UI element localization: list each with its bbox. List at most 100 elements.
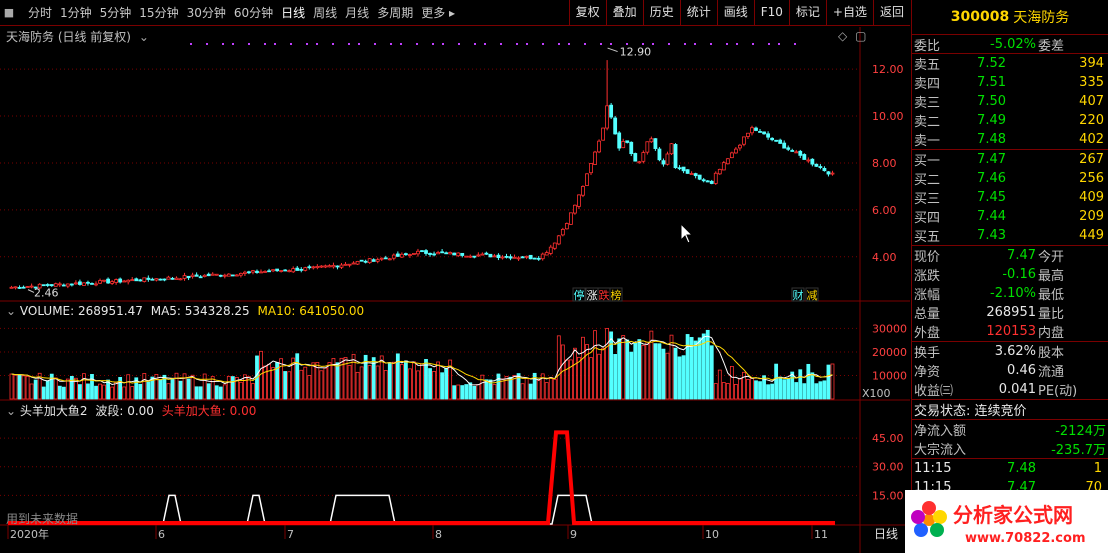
candle-body <box>287 270 292 273</box>
candle-body <box>629 141 634 155</box>
candle-body <box>146 277 151 280</box>
volume-bar <box>625 339 630 400</box>
candle-body <box>114 279 119 283</box>
candle-body <box>412 253 416 255</box>
volume-bar <box>721 382 726 400</box>
chart-area[interactable]: 12.00 10.00 8.00 6.00 4.00 12.90 2.46 停涨跌榜 财减 300… <box>0 27 910 553</box>
candle-body <box>568 212 573 225</box>
close-icon[interactable]: ▢ <box>855 29 866 43</box>
toolbar-button-3[interactable]: 统计 <box>679 0 717 26</box>
flow-value: -2124万 <box>1055 424 1106 439</box>
toolbar-button-1[interactable]: 叠加 <box>605 0 643 26</box>
period-tab-9[interactable]: 多周期 <box>373 4 417 21</box>
volume-bar <box>496 373 501 400</box>
period-tab-5[interactable]: 60分钟 <box>230 4 277 21</box>
toolbar-button-8[interactable]: 返回 <box>872 0 910 26</box>
candle-body <box>150 278 155 281</box>
diamond-icon[interactable]: ◇ <box>838 29 847 43</box>
event-tag[interactable]: 减 <box>807 289 818 302</box>
period-tab-7[interactable]: 周线 <box>309 4 341 21</box>
tool-buttons: 复权 叠加 历史 统计 画线 F10 标记 +自选 返回 <box>568 0 910 26</box>
candle-body <box>347 263 352 266</box>
volume-bar <box>826 364 831 400</box>
bid-label: 买五 <box>914 230 941 245</box>
volume-bar <box>214 385 219 400</box>
toolbar-button-0[interactable]: 复权 <box>568 0 606 26</box>
candle-body <box>351 262 356 265</box>
event-tag[interactable]: 涨 <box>587 289 598 302</box>
settings-dropdown-icon[interactable]: ⌄ <box>139 30 149 44</box>
period-tab-6[interactable]: 日线 <box>277 4 309 21</box>
indicator-settings-icon[interactable]: ⌄ <box>6 404 16 418</box>
period-tab-3[interactable]: 15分钟 <box>135 4 182 21</box>
volume-bar <box>355 371 360 400</box>
candle-body <box>548 246 553 254</box>
volume-settings-icon[interactable]: ⌄ <box>6 304 16 318</box>
volume-bar <box>697 337 702 400</box>
volume-bar <box>661 348 666 400</box>
volume-bar <box>484 379 489 400</box>
candle-body <box>540 253 545 260</box>
candle-body <box>742 136 746 145</box>
volume-bar <box>126 374 131 400</box>
volume-bar <box>573 347 577 400</box>
signal-dot <box>684 43 686 45</box>
volume-bar <box>589 357 593 400</box>
period-tab-1[interactable]: 1分钟 <box>56 4 96 21</box>
event-tag[interactable]: 榜 <box>611 288 622 302</box>
toolbar-button-2[interactable]: 历史 <box>642 0 680 26</box>
volume-bar <box>754 380 758 400</box>
volume-bar <box>17 374 22 400</box>
toolbar-button-5[interactable]: F10 <box>753 0 789 26</box>
period-tab-2[interactable]: 5分钟 <box>96 4 136 21</box>
expand-icon[interactable]: ■ <box>0 4 18 22</box>
toolbar-button-4[interactable]: 画线 <box>716 0 754 26</box>
signal-dot <box>474 43 476 45</box>
volume-bar <box>307 375 312 400</box>
stat-value: 0.46 <box>1007 363 1036 378</box>
svg-text:分析家公式网: 分析家公式网 <box>953 503 1073 527</box>
candle-body <box>259 271 263 274</box>
stat-row: 涨幅 -2.10% 最低 <box>912 284 1108 303</box>
candle-body <box>166 276 171 280</box>
volume-bar <box>770 383 775 400</box>
kline-chart[interactable]: 12.00 10.00 8.00 6.00 4.00 12.90 2.46 停涨跌榜 财减 300… <box>0 27 910 553</box>
period-tab-10[interactable]: 更多 ▸ <box>417 4 459 21</box>
volume-bar <box>460 385 465 400</box>
period-tab-0[interactable]: 分时 <box>24 4 56 21</box>
candle-body <box>408 254 412 256</box>
event-tag[interactable]: 财 <box>793 288 804 302</box>
volume-bar <box>613 354 618 400</box>
candle-body <box>90 282 94 285</box>
x-axis-label: 2020年 <box>10 527 49 541</box>
weicha-label: 委差 <box>1038 38 1065 54</box>
candle-body <box>500 256 505 259</box>
volume-bar <box>166 383 171 400</box>
volume-bar <box>335 362 340 400</box>
candle-body <box>512 256 517 259</box>
candle-body <box>689 173 694 175</box>
event-tag[interactable]: 停 <box>574 288 585 302</box>
volume-bar <box>653 343 658 400</box>
period-tab-8[interactable]: 月线 <box>341 4 373 21</box>
candle-body <box>508 256 513 259</box>
candle-body <box>267 270 271 273</box>
period-tab-4[interactable]: 30分钟 <box>183 4 230 21</box>
candle-body <box>605 105 610 129</box>
candle-body <box>355 261 360 265</box>
stat-label-secondary: 内盘 <box>1038 326 1065 341</box>
candle-body <box>754 127 758 131</box>
bid-price: 7.47 <box>977 152 1006 167</box>
volume-bar <box>778 376 783 400</box>
volume-bar <box>323 367 328 400</box>
volume-panel-header: ⌄ VOLUME: 268951.47 MA5: 534328.25 MA10:… <box>6 304 364 318</box>
x-axis-period[interactable]: 日线 <box>874 527 898 541</box>
toolbar-button-6[interactable]: 标记 <box>788 0 826 26</box>
signal-dot <box>778 43 780 45</box>
volume-bar <box>202 373 207 400</box>
bid-volume: 209 <box>1079 209 1104 224</box>
event-tag[interactable]: 跌 <box>599 288 610 302</box>
svg-text:www.70822.com: www.70822.com <box>965 531 1086 546</box>
toolbar-button-7[interactable]: +自选 <box>825 0 873 26</box>
candle-body <box>573 204 577 214</box>
